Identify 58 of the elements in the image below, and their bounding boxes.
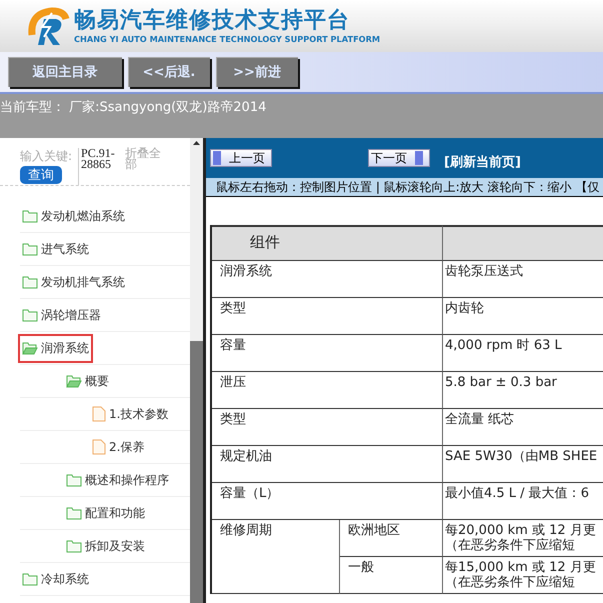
document-item[interactable]: 2.保养 — [90, 434, 146, 460]
folder-item[interactable]: 润滑系统 — [20, 336, 91, 360]
table-cell: 最小值4.5 L / 最大值：6 — [442, 483, 603, 520]
folder-icon — [22, 308, 38, 322]
table-cell: 类型 — [212, 298, 442, 335]
folder-item[interactable]: 进气系统 — [20, 236, 91, 262]
folder-item[interactable]: 发动机排气系统 — [20, 270, 127, 294]
next-page-button[interactable]: 下一页 — [368, 149, 430, 167]
table-cell: 齿轮泵压送式 — [442, 261, 603, 298]
open-folder-icon — [66, 374, 82, 388]
keyword-field[interactable]: PC.91-28865 — [78, 148, 120, 185]
folder-item[interactable]: 拆卸及安装 — [64, 534, 147, 558]
folder-icon — [66, 473, 82, 487]
table-cell: 容量 — [212, 335, 442, 372]
refresh-page-link[interactable]: [刷新当前页] — [444, 153, 521, 171]
folder-icon — [22, 275, 38, 289]
document-icon — [92, 406, 106, 422]
search-button[interactable]: 查询 — [20, 166, 62, 184]
table-cell: 4,000 rpm 时 63 L — [442, 335, 603, 372]
document-icon — [92, 439, 106, 455]
nav-button[interactable]: 返回主目录 — [8, 57, 122, 87]
keyword-label: 输入关键: — [20, 148, 72, 165]
folder-item[interactable]: 发动机燃油系统 — [20, 204, 127, 228]
folder-item[interactable]: 配置和功能 — [64, 500, 147, 526]
scrollbar[interactable] — [190, 138, 203, 603]
folder-item[interactable]: 涡轮增压器 — [20, 302, 103, 328]
table-cell: SAE 5W30（由MB SHEE — [442, 446, 603, 483]
open-folder-icon — [22, 341, 38, 355]
folder-item[interactable]: 冷却系统 — [20, 566, 91, 592]
folder-item[interactable]: 概要 — [64, 368, 111, 394]
nav-button[interactable]: >>前进 — [216, 57, 298, 87]
table-cell: 一般 — [340, 557, 442, 594]
viewer-hint-text: 鼠标左右拖动：控制图片位置 | 鼠标滚轮向上:放大 滚轮向下：缩小 【仅 — [206, 178, 603, 197]
platform-subtitle: CHANG YI AUTO MAINTENANCE TECHNOLOGY SUPPORT PLATFORM — [74, 34, 380, 44]
folder-icon — [66, 506, 82, 520]
platform-title: 畅易汽车维修技术支持平台 — [74, 8, 351, 34]
previous-page-button[interactable]: 上一页 — [210, 149, 272, 167]
table-cell: 全流量 纸芯 — [442, 409, 603, 446]
table-cell: 每15,000 km 或 12 月更 （在恶劣条件下应缩短 — [442, 557, 603, 594]
table-cell: 类型 — [212, 409, 442, 446]
table-cell: 5.8 bar ± 0.3 bar — [442, 372, 603, 409]
table-cell: 维修周期 — [212, 520, 340, 594]
folder-item[interactable]: 概述和操作程序 — [64, 468, 171, 492]
table-cell: 每20,000 km 或 12 月更 （在恶劣条件下应缩短 — [442, 520, 603, 557]
current-vehicle-text: 当前车型： 厂家:Ssangyong(双龙)路帝2014 — [0, 100, 266, 115]
table-cell: 欧洲地区 — [340, 520, 442, 557]
table-cell: 容量（L） — [212, 483, 442, 520]
table-cell: 泄压 — [212, 372, 442, 409]
folder-icon — [22, 242, 38, 256]
table-cell: 规定机油 — [212, 446, 442, 483]
table-cell: 润滑系统 — [212, 261, 442, 298]
document-item[interactable]: 1.技术参数 — [90, 402, 170, 426]
folder-icon — [22, 209, 38, 223]
folder-icon — [22, 572, 38, 586]
table-cell: 内齿轮 — [442, 298, 603, 335]
column-header: 组件 — [212, 225, 442, 261]
folder-icon — [66, 539, 82, 553]
nav-button[interactable]: <<后退. — [128, 57, 210, 87]
